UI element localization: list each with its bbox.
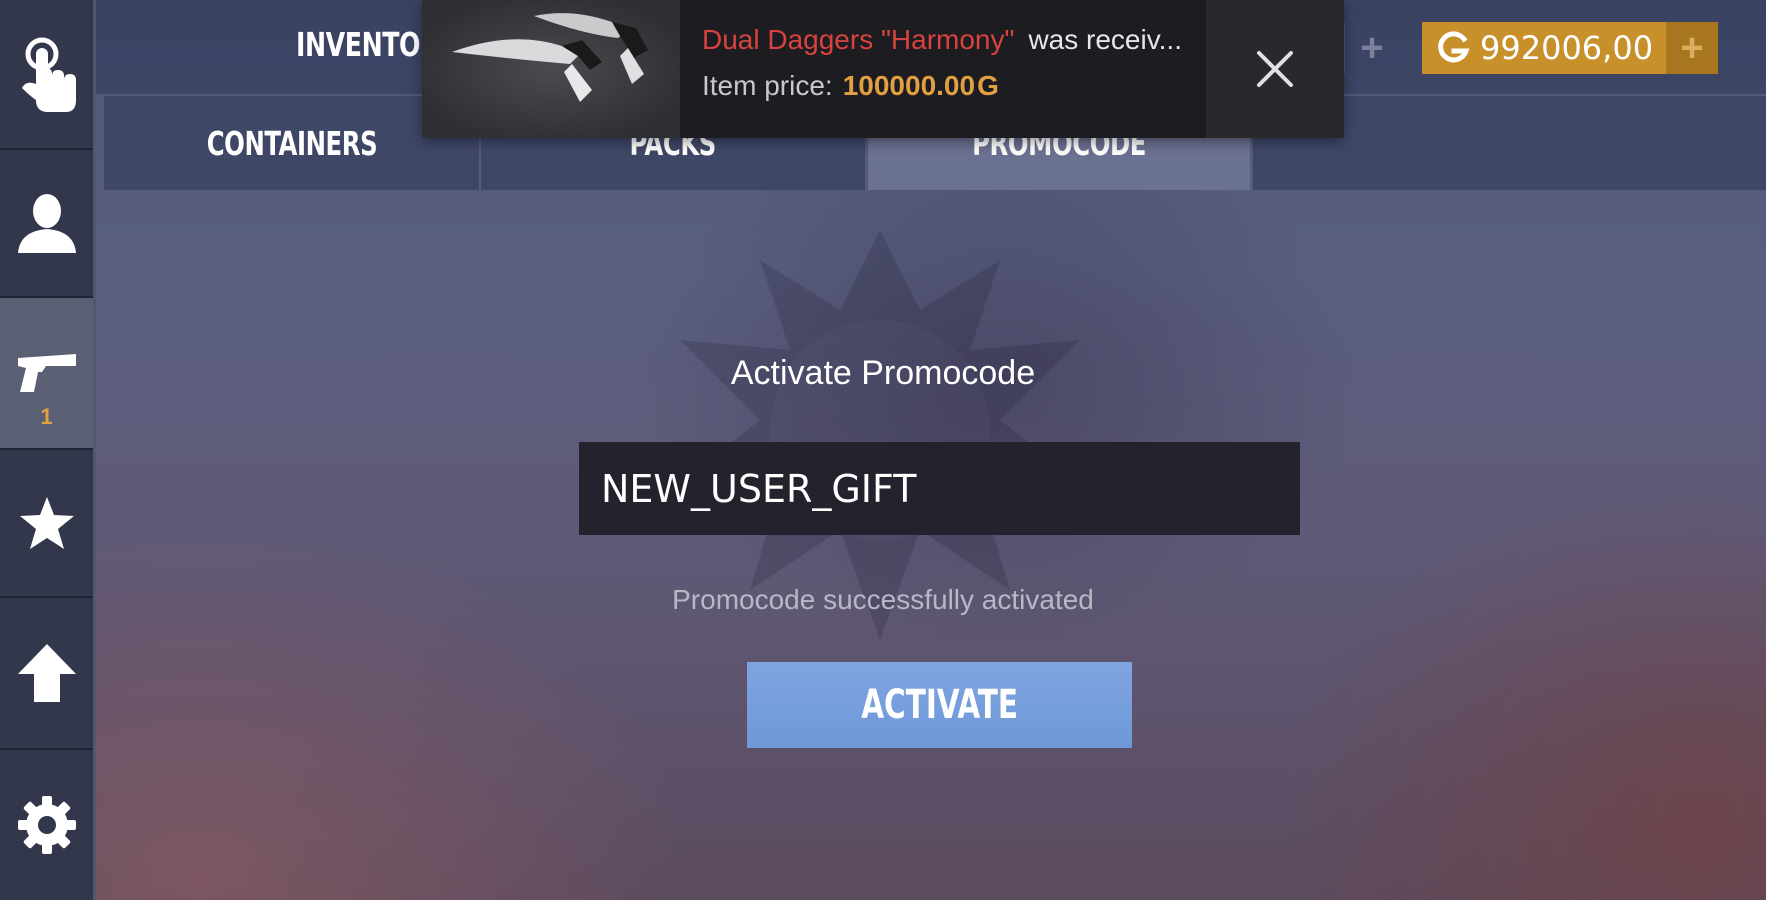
sidebar: 1 [0, 0, 96, 900]
price-label: Item price: [702, 70, 833, 101]
price-currency: G [977, 70, 999, 101]
sidebar-item-play[interactable] [0, 0, 93, 150]
weapon-count-badge: 1 [40, 404, 53, 429]
promocode-status: Promocode successfully activated [672, 584, 1094, 615]
item-received-notification: Dual Daggers "Harmony" was receiv... Ite… [422, 0, 1344, 138]
promocode-input[interactable] [579, 442, 1300, 535]
add-currency-button[interactable]: + [1666, 22, 1718, 74]
currency-balance: 992006,00 [1422, 22, 1666, 74]
sidebar-item-upgrade[interactable] [0, 598, 93, 750]
gear-icon [17, 796, 76, 854]
profile-icon [17, 194, 76, 253]
add-item-button[interactable]: + [1348, 22, 1396, 74]
close-icon [1257, 51, 1293, 87]
notification-text: Dual Daggers "Harmony" was receiv... Ite… [702, 24, 1242, 102]
currency-amount: 992006,00 [1480, 29, 1654, 67]
item-thumbnail [422, 0, 680, 138]
gold-coin-icon [1434, 29, 1472, 67]
promocode-title: Activate Promocode [730, 354, 1036, 392]
dual-daggers-icon [452, 13, 648, 102]
arrow-up-icon [17, 644, 76, 702]
activate-button-label: ACTIVATE [861, 682, 1018, 728]
sidebar-item-profile[interactable] [0, 150, 93, 298]
star-icon [19, 497, 74, 549]
close-notification-button[interactable] [1206, 0, 1344, 138]
sidebar-item-favorites[interactable] [0, 450, 93, 598]
hand-pointer-icon [21, 37, 76, 112]
item-name: Dual Daggers "Harmony" [702, 24, 1015, 55]
notification-message: was receiv... [1028, 24, 1182, 55]
price-value: 100000.00G [842, 70, 999, 101]
activate-button[interactable]: ACTIVATE [747, 662, 1132, 748]
sidebar-item-settings[interactable] [0, 750, 93, 900]
tab-label: CONTAINERS [206, 123, 377, 163]
